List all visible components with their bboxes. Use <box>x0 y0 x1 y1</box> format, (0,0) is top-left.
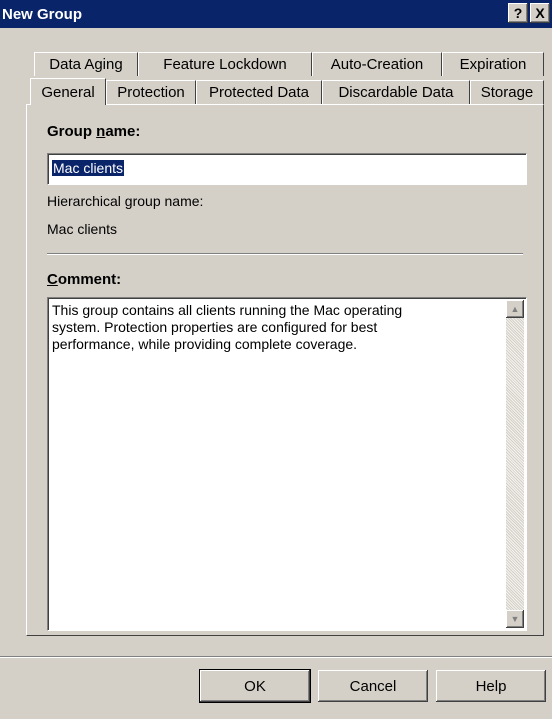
tab-expiration[interactable]: Expiration <box>442 52 544 76</box>
comment-label: Comment: <box>47 271 122 288</box>
window-title: New Group <box>2 5 83 23</box>
tab-auto-creation[interactable]: Auto-Creation <box>312 52 442 76</box>
general-tab-panel: Group name: Mac clients Hierarchical gro… <box>26 104 544 636</box>
scroll-down-icon[interactable]: ▼ <box>506 610 524 628</box>
group-name-value: Mac clients <box>52 160 125 176</box>
scroll-up-icon[interactable]: ▲ <box>506 300 524 318</box>
group-name-label: Group name: <box>47 123 141 140</box>
section-divider <box>47 253 523 255</box>
comment-scrollbar[interactable]: ▲ ▼ <box>506 300 524 628</box>
button-area-divider <box>0 656 552 658</box>
title-bar: New Group ? X <box>0 0 552 28</box>
hierarchical-name-label: Hierarchical group name: <box>47 193 204 209</box>
comment-textarea[interactable]: This group contains all clients running … <box>47 297 527 631</box>
ok-button[interactable]: OK <box>199 669 311 703</box>
group-name-input[interactable]: Mac clients <box>47 153 527 185</box>
tab-discardable-data[interactable]: Discardable Data <box>322 80 470 104</box>
tab-general[interactable]: General <box>30 78 106 105</box>
tab-feature-lockdown[interactable]: Feature Lockdown <box>138 52 312 76</box>
tab-protected-data[interactable]: Protected Data <box>196 80 322 104</box>
tab-data-aging[interactable]: Data Aging <box>34 52 138 76</box>
cancel-button[interactable]: Cancel <box>318 670 428 702</box>
tab-protection[interactable]: Protection <box>106 80 196 104</box>
hierarchical-name-value: Mac clients <box>47 221 118 237</box>
help-title-button[interactable]: ? <box>508 3 528 23</box>
help-button[interactable]: Help <box>436 670 546 702</box>
tab-storage[interactable]: Storage <box>470 80 544 104</box>
close-button[interactable]: X <box>530 3 550 23</box>
comment-text: This group contains all clients running … <box>52 302 403 352</box>
